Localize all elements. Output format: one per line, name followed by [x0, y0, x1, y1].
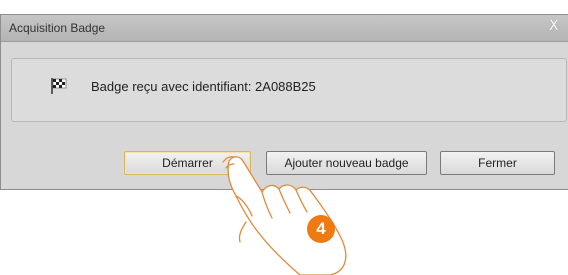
badge-received-message: Badge reçu avec identifiant: 2A088B25	[91, 79, 316, 94]
step-number-badge: 4	[307, 215, 335, 243]
dialog-title: Acquisition Badge	[9, 21, 106, 35]
acquisition-badge-dialog: Acquisition Badge X Badge reçu avec iden…	[0, 14, 568, 190]
close-icon[interactable]: X	[549, 18, 559, 34]
dialog-titlebar: Acquisition Badge X	[1, 15, 568, 42]
message-panel: Badge reçu avec identifiant: 2A088B25	[11, 58, 567, 122]
add-new-badge-button[interactable]: Ajouter nouveau badge	[266, 151, 427, 175]
close-button[interactable]: Fermer	[440, 151, 555, 175]
start-button[interactable]: Démarrer	[124, 151, 251, 175]
screenshot-stage: Acquisition Badge X Badge reçu avec iden…	[0, 0, 568, 275]
checkered-flag-icon	[51, 78, 67, 94]
